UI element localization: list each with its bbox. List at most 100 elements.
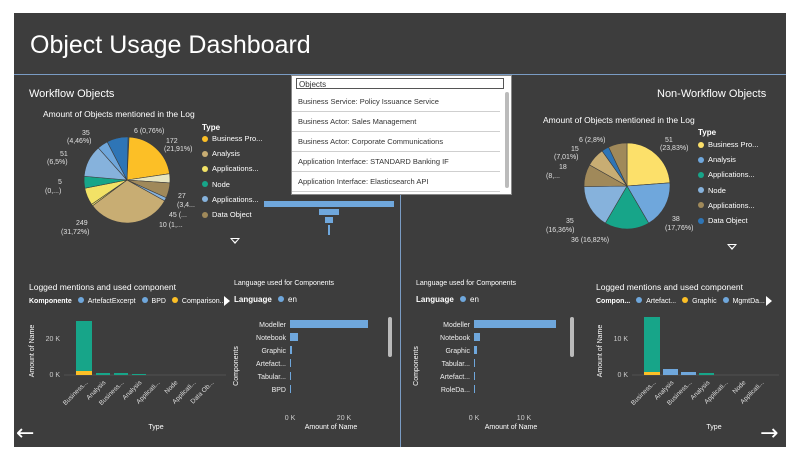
bar[interactable] — [132, 374, 146, 375]
y-category-label: Graphic — [261, 348, 286, 355]
pie-slice-label: (17,76%) — [665, 225, 694, 232]
legend-label: Data Object — [708, 216, 748, 226]
x-axis-label: Amount of Name — [305, 424, 358, 431]
bar[interactable] — [474, 333, 480, 341]
next-page-arrow[interactable]: → — [760, 421, 778, 446]
legend-label: Node — [708, 185, 726, 195]
legend-next-icon[interactable] — [224, 296, 230, 306]
right-bar-chart: Amount of Name 10 K 0 K Business...Analy… — [597, 317, 779, 431]
legend-next-icon[interactable] — [766, 296, 772, 306]
x-axis-label: Type — [148, 424, 163, 431]
y-category-label: Notebook — [440, 335, 470, 342]
legend-label: Artefact... — [646, 298, 677, 305]
legend-swatch — [171, 297, 178, 303]
y-category-label: Tabular... — [258, 374, 286, 381]
bar[interactable] — [474, 320, 556, 328]
y-tick-label: 0 K — [49, 372, 60, 379]
bar[interactable] — [474, 359, 475, 367]
bar[interactable] — [96, 373, 110, 375]
right-lang-legend: Language en — [416, 295, 479, 304]
bar[interactable] — [76, 371, 92, 375]
bar[interactable] — [290, 320, 368, 328]
pie-slice-label: 38 — [672, 216, 680, 223]
workflow-section-title: Workflow Objects — [29, 88, 115, 100]
legend-item: Business Pro... — [202, 131, 262, 146]
scrollbar[interactable] — [570, 317, 574, 357]
bar[interactable] — [644, 317, 660, 373]
legend-label: Applications... — [708, 170, 755, 180]
scrollbar[interactable] — [388, 317, 392, 357]
funnel-bar — [264, 201, 394, 207]
pie-slice-label: 27 — [178, 193, 186, 200]
pie-slice[interactable] — [126, 136, 170, 181]
x-category-label: Node — [163, 379, 179, 395]
legend-swatch — [202, 150, 208, 157]
bar[interactable] — [474, 372, 475, 380]
pie-slice-label: (0,...) — [45, 188, 62, 195]
x-axis-label: Type — [706, 424, 721, 431]
objects-list-item[interactable]: Business Service: Policy Issuance Servic… — [292, 92, 500, 112]
right-bar-title: Logged mentions and used component — [596, 282, 743, 292]
legend-title: Language — [234, 295, 272, 304]
legend-swatch — [202, 166, 208, 172]
left-lang-title: Language used for Components — [234, 280, 335, 287]
right-pie-title: Amount of Objects mentioned in the Log — [543, 115, 695, 125]
legend-label: Business Pro... — [708, 140, 759, 149]
objects-list-item[interactable]: Application Interface: STANDARD Banking … — [292, 152, 500, 172]
funnel-bar — [319, 209, 339, 215]
legend-item: Data Object — [202, 207, 262, 222]
objects-list-scrollbar[interactable] — [505, 92, 509, 188]
bar[interactable] — [290, 372, 291, 380]
right-lang-title: Language used for Components — [416, 280, 517, 287]
bar[interactable] — [663, 369, 678, 375]
pie-slice-label: 51 — [665, 137, 673, 144]
x-category-label: Business... — [62, 379, 90, 407]
legend-swatch — [202, 211, 208, 218]
bar[interactable] — [699, 373, 714, 375]
legend-swatch — [278, 296, 285, 302]
pie-slice-label: 249 — [76, 220, 88, 227]
objects-list-slicer[interactable]: Objects Business Service: Policy Issuanc… — [291, 75, 512, 195]
bar[interactable] — [290, 333, 298, 341]
legend-label: Analysis — [708, 155, 736, 165]
objects-list-item[interactable]: Business Actor: Sales Management — [292, 112, 500, 132]
legend-label: BPD — [151, 298, 166, 305]
y-category-label: Artefact... — [256, 361, 286, 368]
legend-swatch — [722, 297, 729, 303]
legend-swatch — [460, 296, 467, 302]
bar[interactable] — [681, 372, 696, 375]
objects-list-item[interactable]: Application Interface: Elasticsearch API — [292, 172, 500, 192]
bar[interactable] — [76, 321, 92, 373]
right-pie-expand-icon[interactable] — [727, 244, 737, 250]
x-category-label: Node — [731, 379, 747, 395]
x-axis-label: Amount of Name — [485, 424, 538, 431]
legend-swatch — [698, 202, 704, 209]
bar[interactable] — [290, 359, 291, 367]
pie-slice-label: 36 (16,82%) — [571, 237, 610, 244]
y-tick-label: 0 K — [617, 372, 628, 379]
page-title: Object Usage Dashboard — [30, 31, 311, 59]
objects-list-item[interactable]: Business Actor: Corporate Communications — [292, 132, 500, 152]
pie-slice-label: 5 — [58, 179, 62, 186]
left-pie-expand-icon[interactable] — [230, 238, 240, 244]
bar[interactable] — [644, 372, 660, 375]
pie-slice-label: (4,46%) — [67, 138, 92, 145]
y-axis-label: Components — [413, 346, 420, 386]
bar[interactable] — [474, 385, 475, 393]
x-tick-label: 20 K — [337, 415, 352, 422]
legend-label: Graphic — [692, 298, 717, 305]
bar[interactable] — [474, 346, 477, 354]
legend-swatch — [698, 156, 704, 163]
legend-swatch — [682, 297, 689, 303]
pie-slice-label: 18 — [559, 164, 567, 171]
funnel-visual — [264, 201, 394, 235]
bar[interactable] — [290, 385, 291, 393]
y-category-label: BPD — [272, 387, 286, 394]
prev-page-arrow[interactable]: ← — [16, 421, 34, 446]
pie-slice-label: 6 (0,76%) — [134, 128, 165, 135]
legend-item: Applications... — [698, 167, 758, 182]
bar[interactable] — [114, 373, 128, 375]
legend-label: en — [288, 295, 297, 304]
bar[interactable] — [290, 346, 292, 354]
y-category-label: Notebook — [256, 335, 286, 342]
